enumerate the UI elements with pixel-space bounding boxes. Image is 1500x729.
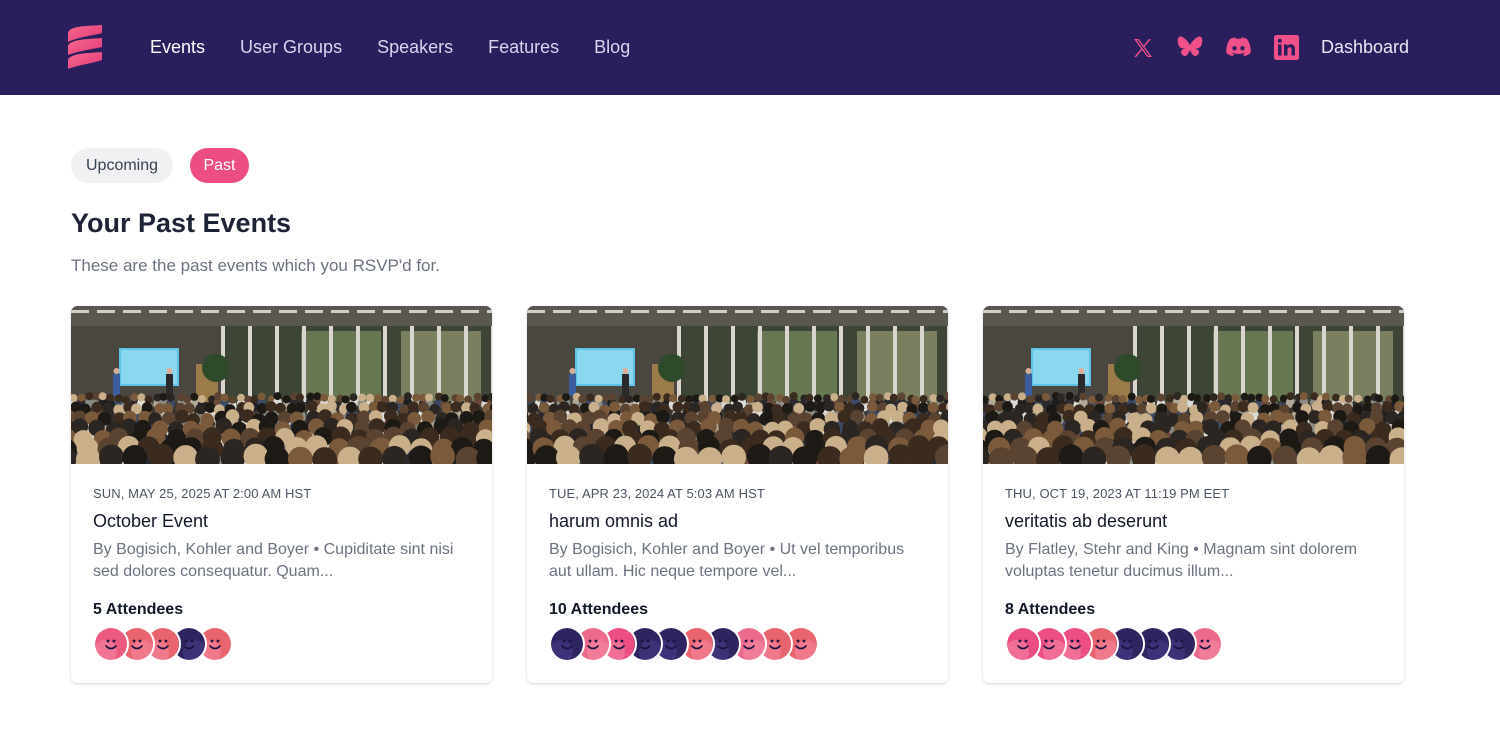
event-date: THU, OCT 19, 2023 AT 11:19 PM EET — [1005, 486, 1230, 501]
nav-user-groups[interactable]: User Groups — [240, 0, 342, 95]
attendee-avatars — [93, 626, 233, 662]
event-description: By Flatley, Stehr and King • Magnam sint… — [1005, 541, 1358, 580]
event-description: By Bogisich, Kohler and Boyer • Ut vel t… — [549, 541, 905, 580]
dashboard-link[interactable]: Dashboard — [1321, 0, 1409, 95]
attendees-count: 5 Attendees — [93, 601, 184, 618]
page-subtitle: These are the past events which you RSVP… — [71, 256, 440, 275]
logo-icon[interactable] — [66, 25, 104, 69]
discord-icon[interactable] — [1226, 37, 1251, 57]
attendee-avatar — [549, 626, 585, 662]
nav-blog[interactable]: Blog — [594, 0, 630, 95]
attendee-avatars — [549, 626, 819, 662]
event-photo — [71, 306, 492, 464]
main-nav: Events User Groups Speakers Features Blo… — [150, 0, 630, 95]
event-card[interactable]: SUN, MAY 25, 2025 AT 2:00 AM HST October… — [71, 306, 492, 683]
x-icon[interactable] — [1131, 36, 1155, 60]
event-photo — [983, 306, 1404, 464]
event-description: By Bogisich, Kohler and Boyer • Cupidita… — [93, 541, 454, 580]
event-card[interactable]: THU, OCT 19, 2023 AT 11:19 PM EET verita… — [983, 306, 1404, 683]
filter-past-button[interactable]: Past — [190, 148, 249, 183]
event-photo — [527, 306, 948, 464]
attendee-avatar — [1005, 626, 1041, 662]
event-date: TUE, APR 23, 2024 AT 5:03 AM HST — [549, 486, 765, 501]
event-title[interactable]: veritatis ab deserunt — [1005, 511, 1167, 532]
filter-upcoming-button[interactable]: Upcoming — [71, 148, 173, 183]
attendees-count: 8 Attendees — [1005, 601, 1096, 618]
event-card[interactable]: TUE, APR 23, 2024 AT 5:03 AM HST harum o… — [527, 306, 948, 683]
attendee-avatars — [1005, 626, 1223, 662]
event-title[interactable]: harum omnis ad — [549, 511, 678, 532]
nav-features[interactable]: Features — [488, 0, 559, 95]
event-date: SUN, MAY 25, 2025 AT 2:00 AM HST — [93, 486, 312, 501]
page-title: Your Past Events — [71, 208, 292, 238]
nav-speakers[interactable]: Speakers — [377, 0, 453, 95]
bluesky-icon[interactable] — [1177, 35, 1203, 59]
attendees-count: 10 Attendees — [549, 601, 648, 618]
nav-events[interactable]: Events — [150, 0, 205, 95]
linkedin-icon[interactable] — [1274, 35, 1299, 60]
attendee-avatar — [93, 626, 129, 662]
event-title[interactable]: October Event — [93, 511, 208, 532]
top-navigation-bar: Events User Groups Speakers Features Blo… — [0, 0, 1500, 95]
